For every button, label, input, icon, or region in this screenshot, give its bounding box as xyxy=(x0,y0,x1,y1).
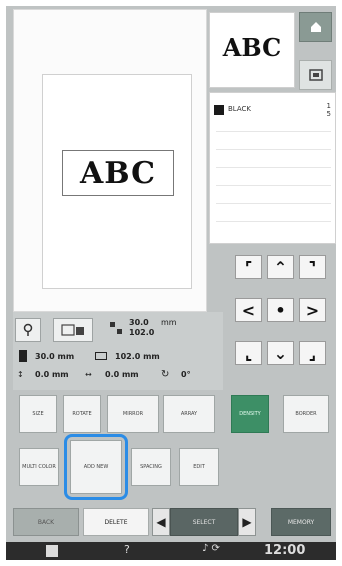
delete-button[interactable]: DELETE xyxy=(83,508,149,536)
design-thumbnail: ABC xyxy=(209,12,295,88)
clock: 12:00 xyxy=(264,543,306,558)
home-button[interactable] xyxy=(299,12,332,42)
select-next-button[interactable]: ▶ xyxy=(238,508,256,536)
memory-button[interactable]: MEMORY xyxy=(271,508,331,536)
frame-icon xyxy=(61,324,84,336)
center-dot-icon: • xyxy=(275,300,286,320)
vertical-offset-icon: ↕ xyxy=(17,370,24,379)
dimension-height: 102.0 mm xyxy=(115,352,160,361)
density-button[interactable]: DENSITY xyxy=(231,395,269,433)
size-unit: mm xyxy=(161,318,177,327)
move-left-button[interactable]: < xyxy=(235,298,262,322)
back-button[interactable]: BACK xyxy=(13,508,79,536)
rotate-icon: ↻ xyxy=(161,369,170,380)
width-icon xyxy=(95,352,107,360)
size-button[interactable]: SIZE xyxy=(19,395,57,433)
network-icon[interactable]: ♪ ⟳ xyxy=(202,543,220,554)
move-up-left-button[interactable]: ⌜ xyxy=(235,255,262,279)
multi-color-button[interactable]: MULTI COLOR xyxy=(19,448,59,486)
rotation-value: 0° xyxy=(181,370,191,379)
array-button[interactable]: ARRAY xyxy=(163,395,215,433)
move-right-button[interactable]: > xyxy=(299,298,326,322)
pin-icon xyxy=(23,323,33,336)
arrow-up-icon: ⌃ xyxy=(273,257,288,277)
divider xyxy=(216,131,331,132)
help-icon[interactable]: ? xyxy=(124,543,130,556)
color-swatch xyxy=(214,105,224,115)
move-center-button[interactable]: • xyxy=(267,298,294,322)
divider xyxy=(216,221,331,222)
design-preview: ABC xyxy=(13,9,207,312)
height-icon xyxy=(19,350,27,362)
arrow-down-left-icon: ⌞ xyxy=(244,343,253,363)
move-up-right-button[interactable]: ⌝ xyxy=(299,255,326,279)
color-number: 1 5 xyxy=(326,102,331,118)
size-icon xyxy=(109,320,123,334)
size-height-value: 102.0 xyxy=(129,328,155,337)
horizontal-offset-icon: ↔ xyxy=(85,370,92,379)
divider xyxy=(216,167,331,168)
rotate-button[interactable]: ROTATE xyxy=(63,395,101,433)
stitch-icon[interactable] xyxy=(46,545,58,557)
border-button[interactable]: BORDER xyxy=(283,395,329,433)
divider xyxy=(216,185,331,186)
arrow-left-icon: < xyxy=(241,300,256,320)
dimension-width: 30.0 mm xyxy=(35,352,75,361)
offset-y-value: 0.0 mm xyxy=(35,370,69,379)
offset-x-value: 0.0 mm xyxy=(105,370,139,379)
selection-highlight xyxy=(64,434,128,500)
status-bar: ? ♪ ⟳ 12:00 xyxy=(6,542,336,560)
move-down-left-button[interactable]: ⌞ xyxy=(235,341,262,365)
home-icon xyxy=(310,22,321,32)
thread-color-list[interactable]: BLACK 1 5 xyxy=(209,92,336,244)
fit-screen-icon xyxy=(308,69,323,81)
needle-position-button[interactable] xyxy=(15,318,41,342)
edit-button[interactable]: EDIT xyxy=(179,448,219,486)
mirror-button[interactable]: MIRROR xyxy=(107,395,159,433)
thumbnail-text: ABC xyxy=(222,33,282,62)
size-width-value: 30.0 xyxy=(129,318,149,327)
move-down-right-button[interactable]: ⌟ xyxy=(299,341,326,365)
select-prev-button[interactable]: ◀ xyxy=(152,508,170,536)
divider xyxy=(216,203,331,204)
frame-view-button[interactable] xyxy=(53,318,93,342)
color-name: BLACK xyxy=(228,105,252,113)
fit-screen-button[interactable] xyxy=(299,60,332,90)
arrow-left-icon: ◀ xyxy=(156,515,166,529)
move-up-button[interactable]: ⌃ xyxy=(267,255,294,279)
arrow-right-icon: ▶ xyxy=(242,515,252,529)
color-row[interactable]: BLACK 1 5 xyxy=(210,99,335,121)
arrow-down-icon: ⌄ xyxy=(273,343,288,363)
spacing-button[interactable]: SPACING xyxy=(131,448,171,486)
arrow-up-left-icon: ⌜ xyxy=(244,257,253,277)
divider xyxy=(216,149,331,150)
move-down-button[interactable]: ⌄ xyxy=(267,341,294,365)
arrow-up-right-icon: ⌝ xyxy=(308,257,317,277)
select-label: SELECT xyxy=(170,508,238,536)
arrow-down-right-icon: ⌟ xyxy=(308,343,317,363)
design-text[interactable]: ABC xyxy=(62,150,174,196)
info-panel: 30.0 mm 102.0 30.0 mm 102.0 mm ↕ 0.0 mm … xyxy=(13,312,223,390)
arrow-right-icon: > xyxy=(305,300,320,320)
